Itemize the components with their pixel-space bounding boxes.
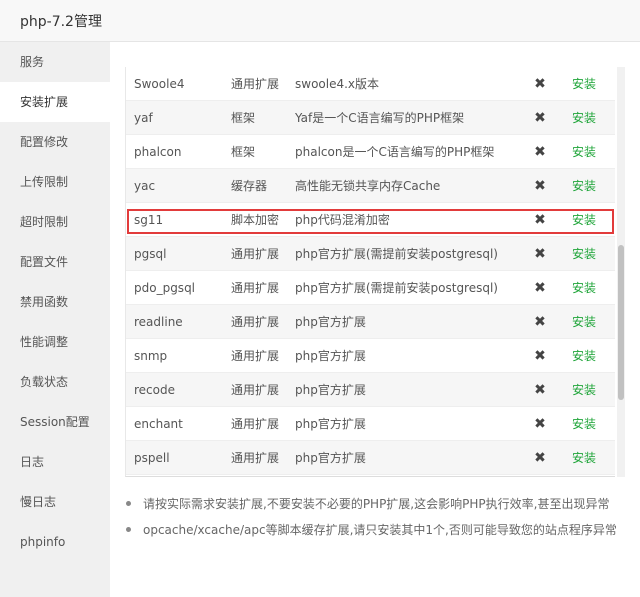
install-link[interactable]: 安装 (572, 203, 596, 237)
extension-type: 通用扩展 (231, 315, 280, 329)
table-row: yac 缓存器 高性能无锁共享内存Cache ✖ 安装 (126, 169, 615, 203)
table-row: yaf 框架 Yaf是一个C语言编写的PHP框架 ✖ 安装 (126, 101, 615, 135)
not-installed-icon: ✖ (534, 314, 546, 330)
sidebar-item-service[interactable]: 服务 (0, 42, 110, 82)
bullet-icon (126, 501, 131, 506)
extension-name: readline (134, 315, 183, 329)
install-link[interactable]: 安装 (572, 441, 596, 475)
table-row: recode 通用扩展 php官方扩展 ✖ 安装 (126, 373, 615, 407)
table-row: sg11 脚本加密 php代码混淆加密 ✖ 安装 (126, 203, 615, 237)
extension-name: pdo_pgsql (134, 281, 196, 295)
extension-type: 通用扩展 (231, 281, 280, 295)
install-link[interactable]: 安装 (572, 135, 596, 169)
install-link[interactable]: 安装 (572, 339, 596, 373)
extension-type: 框架 (231, 111, 256, 125)
extension-name: pspell (134, 451, 170, 465)
extension-name: yaf (134, 111, 153, 125)
sidebar-item-install-extensions[interactable]: 安装扩展 (0, 82, 110, 122)
install-link[interactable]: 安装 (572, 271, 596, 305)
note-item: 请按实际需求安装扩展,不要安装不必要的PHP扩展,这会影响PHP执行效率,甚至出… (125, 494, 635, 520)
extension-type: 通用扩展 (231, 417, 280, 431)
scrollbar-thumb[interactable] (618, 245, 624, 400)
sidebar-item-config-file[interactable]: 配置文件 (0, 242, 110, 282)
extension-type: 通用扩展 (231, 77, 280, 91)
extension-type: 框架 (231, 145, 256, 159)
extension-type: 通用扩展 (231, 451, 280, 465)
install-link[interactable]: 安装 (572, 237, 596, 271)
extension-description: php代码混淆加密 (295, 213, 390, 227)
table-row: pgsql 通用扩展 php官方扩展(需提前安装postgresql) ✖ 安装 (126, 237, 615, 271)
sidebar-item-performance[interactable]: 性能调整 (0, 322, 110, 362)
note-text: opcache/xcache/apc等脚本缓存扩展,请只安装其中1个,否则可能导… (143, 523, 617, 537)
extension-description: php官方扩展 (295, 417, 366, 431)
bullet-icon (126, 527, 131, 532)
extension-description: phalcon是一个C语言编写的PHP框架 (295, 145, 495, 159)
extension-description: php官方扩展 (295, 315, 366, 329)
sidebar-item-timeout-limit[interactable]: 超时限制 (0, 202, 110, 242)
not-installed-icon: ✖ (534, 144, 546, 160)
table-row: snmp 通用扩展 php官方扩展 ✖ 安装 (126, 339, 615, 373)
not-installed-icon: ✖ (534, 382, 546, 398)
not-installed-icon: ✖ (534, 280, 546, 296)
extension-description: php官方扩展(需提前安装postgresql) (295, 247, 498, 261)
install-link[interactable]: 安装 (572, 101, 596, 135)
note-item: opcache/xcache/apc等脚本缓存扩展,请只安装其中1个,否则可能导… (125, 520, 635, 546)
extension-description: Yaf是一个C语言编写的PHP框架 (295, 111, 465, 125)
extension-description: php官方扩展 (295, 383, 366, 397)
extension-description: 高性能无锁共享内存Cache (295, 179, 441, 193)
not-installed-icon: ✖ (534, 76, 546, 92)
table-row: phalcon 框架 phalcon是一个C语言编写的PHP框架 ✖ 安装 (126, 135, 615, 169)
not-installed-icon: ✖ (534, 416, 546, 432)
sidebar-item-log[interactable]: 日志 (0, 442, 110, 482)
install-link[interactable]: 安装 (572, 373, 596, 407)
install-link[interactable]: 安装 (572, 407, 596, 441)
sidebar-item-slow-log[interactable]: 慢日志 (0, 482, 110, 522)
not-installed-icon: ✖ (534, 246, 546, 262)
not-installed-icon: ✖ (534, 178, 546, 194)
notes-list: 请按实际需求安装扩展,不要安装不必要的PHP扩展,这会影响PHP执行效率,甚至出… (125, 494, 635, 546)
extension-name: enchant (134, 417, 183, 431)
extension-description: php官方扩展 (295, 451, 366, 465)
install-link[interactable]: 安装 (572, 67, 596, 101)
main-panel: Swoole4 通用扩展 swoole4.x版本 ✖ 安装 yaf 框架 Yaf… (110, 42, 640, 597)
table-row: Swoole4 通用扩展 swoole4.x版本 ✖ 安装 (126, 67, 615, 101)
table-row: enchant 通用扩展 php官方扩展 ✖ 安装 (126, 407, 615, 441)
extension-name: snmp (134, 349, 168, 363)
extension-name: yac (134, 179, 156, 193)
extension-type: 通用扩展 (231, 383, 280, 397)
extension-name: Swoole4 (134, 77, 185, 91)
install-link[interactable]: 安装 (572, 169, 596, 203)
window-titlebar: php-7.2管理 (0, 0, 640, 42)
not-installed-icon: ✖ (534, 110, 546, 126)
window-title: php-7.2管理 (20, 14, 102, 30)
not-installed-icon: ✖ (534, 348, 546, 364)
not-installed-icon: ✖ (534, 212, 546, 228)
sidebar-item-config-edit[interactable]: 配置修改 (0, 122, 110, 162)
table-row: pdo_pgsql 通用扩展 php官方扩展(需提前安装postgresql) … (126, 271, 615, 305)
sidebar-item-upload-limit[interactable]: 上传限制 (0, 162, 110, 202)
extension-description: php官方扩展(需提前安装postgresql) (295, 281, 498, 295)
table-row: readline 通用扩展 php官方扩展 ✖ 安装 (126, 305, 615, 339)
extension-name: phalcon (134, 145, 182, 159)
sidebar: 服务 安装扩展 配置修改 上传限制 超时限制 配置文件 禁用函数 性能调整 负载… (0, 42, 110, 597)
extension-description: php官方扩展 (295, 349, 366, 363)
sidebar-item-phpinfo[interactable]: phpinfo (0, 522, 110, 562)
extension-description: swoole4.x版本 (295, 77, 380, 91)
table-scrollbar[interactable] (617, 67, 625, 477)
note-text: 请按实际需求安装扩展,不要安装不必要的PHP扩展,这会影响PHP执行效率,甚至出… (143, 497, 610, 511)
extension-type: 缓存器 (231, 179, 268, 193)
extension-type: 通用扩展 (231, 247, 280, 261)
sidebar-item-disabled-functions[interactable]: 禁用函数 (0, 282, 110, 322)
sidebar-item-load-status[interactable]: 负载状态 (0, 362, 110, 402)
not-installed-icon: ✖ (534, 450, 546, 466)
install-link[interactable]: 安装 (572, 305, 596, 339)
table-row: pspell 通用扩展 php官方扩展 ✖ 安装 (126, 441, 615, 475)
extension-type: 通用扩展 (231, 349, 280, 363)
extension-name: recode (134, 383, 175, 397)
extension-type: 脚本加密 (231, 213, 280, 227)
extensions-table[interactable]: Swoole4 通用扩展 swoole4.x版本 ✖ 安装 yaf 框架 Yaf… (125, 67, 615, 477)
extension-name: pgsql (134, 247, 167, 261)
extension-name: sg11 (134, 213, 164, 227)
sidebar-item-session-config[interactable]: Session配置 (0, 402, 110, 442)
